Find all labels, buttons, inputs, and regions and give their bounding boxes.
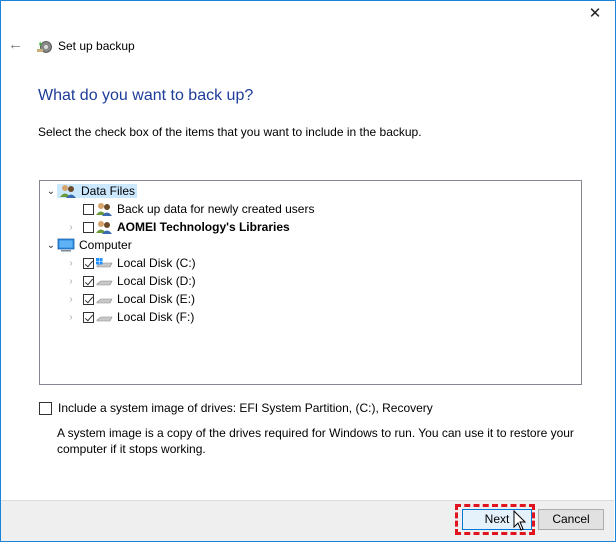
system-image-label: Include a system image of drives: EFI Sy… [58, 401, 433, 415]
tree-item-local-disk-d[interactable]: › Local Disk (D:) [65, 272, 196, 290]
system-image-checkbox[interactable] [39, 401, 52, 415]
tree-item-data-files[interactable]: ⌄ Data Files [45, 182, 138, 200]
checkbox-local-disk-f[interactable] [83, 311, 94, 323]
back-button[interactable]: ← [8, 36, 23, 53]
checkbox-local-disk-e[interactable] [83, 293, 94, 305]
tree-item-label: AOMEI Technology's Libraries [117, 220, 290, 234]
tree-item-label: Data Files [81, 184, 136, 198]
tree-item-label: Local Disk (C:) [117, 256, 196, 270]
expand-chevron-icon[interactable]: ⌄ [45, 186, 57, 197]
mouse-cursor-icon [513, 510, 527, 531]
tree-item-label: Computer [79, 238, 132, 252]
close-icon: ✕ [588, 5, 602, 22]
close-button[interactable]: ✕ [584, 4, 606, 24]
tree-item-label: Local Disk (D:) [117, 274, 196, 288]
expand-chevron-icon[interactable]: ⌄ [45, 240, 57, 251]
tree-item-local-disk-c[interactable]: › Local Disk (C:) [65, 254, 196, 272]
tree-item-local-disk-e[interactable]: › Local Disk (E:) [65, 290, 195, 308]
checkbox-newly-created-users[interactable] [83, 203, 94, 215]
users-icon [60, 185, 76, 198]
window-title: Set up backup [58, 39, 135, 53]
backup-items-tree[interactable]: ⌄ Data Files Back up data for newly crea… [39, 180, 582, 385]
tree-item-label: Local Disk (F:) [117, 310, 195, 324]
tree-item-aomei-libraries[interactable]: › AOMEI Technology's Libraries [65, 218, 290, 236]
drive-icon [96, 280, 113, 286]
windows-drive-icon [96, 258, 113, 268]
drive-icon [96, 298, 113, 304]
tree-item-local-disk-f[interactable]: › Local Disk (F:) [65, 308, 194, 326]
user-libraries-icon [96, 221, 112, 234]
tree-item-newly-created-users[interactable]: Back up data for newly created users [71, 200, 314, 218]
expand-chevron-icon[interactable]: › [65, 276, 77, 287]
system-image-description: A system image is a copy of the drives r… [57, 426, 574, 456]
drive-icon [96, 316, 113, 322]
checkbox-local-disk-c[interactable] [83, 257, 94, 269]
checkbox-local-disk-d[interactable] [83, 275, 94, 287]
tree-item-label: Local Disk (E:) [117, 292, 196, 306]
cancel-button[interactable]: Cancel [538, 509, 604, 530]
system-image-option[interactable]: Include a system image of drives: EFI Sy… [39, 401, 433, 415]
backup-icon [37, 41, 52, 53]
computer-icon [57, 238, 75, 252]
checkbox-aomei-libraries[interactable] [83, 221, 94, 233]
tree-item-computer[interactable]: ⌄ Computer [45, 236, 132, 254]
instruction-text: Select the check box of the items that y… [38, 125, 422, 139]
users-icon [96, 203, 112, 216]
expand-chevron-icon[interactable]: › [65, 222, 77, 233]
back-arrow-icon: ← [8, 36, 23, 53]
expand-chevron-icon[interactable]: › [65, 294, 77, 305]
tree-item-label: Back up data for newly created users [117, 202, 315, 216]
expand-chevron-icon[interactable]: › [65, 312, 77, 323]
expand-chevron-icon[interactable]: › [65, 258, 77, 269]
page-heading: What do you want to back up? [38, 87, 254, 104]
